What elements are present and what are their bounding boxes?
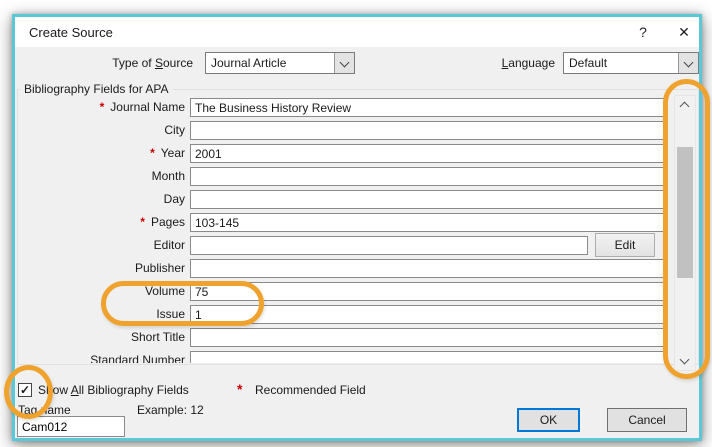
type-of-source-dropdown[interactable]: Journal Article: [205, 52, 355, 74]
city-input[interactable]: [190, 121, 665, 140]
required-asterisk: *: [99, 100, 105, 114]
ok-button[interactable]: OK: [517, 408, 580, 432]
scroll-up-button[interactable]: [675, 96, 695, 113]
chevron-down-icon: [679, 354, 690, 365]
field-label: Issue: [156, 307, 185, 321]
field-label: Short Title: [130, 330, 185, 344]
field-row: Publisher: [18, 259, 699, 278]
scroll-down-button[interactable]: [675, 353, 695, 370]
journal-name-input[interactable]: [190, 98, 665, 117]
edit-button[interactable]: Edit: [595, 233, 655, 257]
field-label: Journal Name: [110, 100, 185, 114]
scrollbar-thumb[interactable]: [677, 147, 693, 278]
field-label: Standard Number: [90, 353, 185, 363]
help-icon[interactable]: ?: [627, 21, 659, 43]
cancel-button[interactable]: Cancel: [607, 408, 687, 432]
field-label: Publisher: [134, 261, 185, 275]
vertical-scrollbar[interactable]: [674, 95, 696, 371]
issue-input[interactable]: [190, 305, 665, 324]
fields-scroll-area: * Journal Name City * Year Month Day * Page…: [18, 91, 699, 363]
field-label: Volume: [144, 284, 185, 298]
language-dropdown-button[interactable]: [678, 53, 698, 73]
show-all-fields-label: Show All Bibliography Fields: [38, 383, 189, 397]
field-label: Month: [151, 169, 185, 183]
field-label: City: [164, 123, 185, 137]
close-icon[interactable]: ✕: [668, 21, 700, 43]
standard-number-input[interactable]: [190, 351, 665, 363]
field-row: Short Title: [18, 328, 699, 347]
example-label: Example: 12: [137, 403, 204, 417]
publisher-input[interactable]: [190, 259, 665, 278]
language-label: Language: [501, 56, 555, 70]
recommended-asterisk: *: [237, 381, 243, 397]
pages-input[interactable]: [190, 213, 665, 232]
field-row: * Year: [18, 144, 699, 163]
editor-input[interactable]: [190, 236, 588, 255]
dialog-title: Create Source: [29, 25, 113, 40]
field-row: Day: [18, 190, 699, 209]
field-label: Day: [163, 192, 185, 206]
recommended-field-label: Recommended Field: [255, 383, 366, 397]
field-label: Pages: [150, 215, 185, 229]
field-row: * Pages: [18, 213, 699, 232]
language-value: Default: [569, 56, 608, 70]
tag-name-input[interactable]: [17, 416, 125, 437]
volume-input[interactable]: [190, 282, 665, 301]
create-source-dialog: Create Source ? ✕ Type of Source Journal…: [12, 14, 702, 441]
field-row: * Journal Name: [18, 98, 699, 117]
day-input[interactable]: [190, 190, 665, 209]
chevron-up-icon: [679, 101, 690, 112]
chevron-down-icon: [339, 57, 350, 68]
field-row: Standard Number: [18, 351, 699, 363]
month-input[interactable]: [190, 167, 665, 186]
type-of-source-label: Type of Source: [112, 56, 193, 70]
title-bar: Create Source ? ✕: [15, 17, 699, 47]
required-asterisk: *: [140, 215, 145, 229]
field-label: Editor: [153, 238, 185, 252]
field-row: Month: [18, 167, 699, 186]
show-all-fields-checkbox[interactable]: ✓: [18, 383, 32, 397]
type-of-source-value: Journal Article: [211, 56, 287, 70]
field-row: Issue: [18, 305, 699, 324]
language-dropdown[interactable]: Default: [563, 52, 699, 74]
field-label: Year: [160, 146, 185, 160]
tag-name-label: Tag name: [18, 403, 71, 417]
field-row: Volume: [18, 282, 699, 301]
bibliography-group-label: Bibliography Fields for APA: [20, 82, 173, 96]
chevron-down-icon: [683, 57, 694, 68]
year-input[interactable]: [190, 144, 665, 163]
field-row: City: [18, 121, 699, 140]
short-title-input[interactable]: [190, 328, 665, 347]
type-of-source-dropdown-button[interactable]: [334, 53, 354, 73]
required-asterisk: *: [150, 146, 155, 160]
